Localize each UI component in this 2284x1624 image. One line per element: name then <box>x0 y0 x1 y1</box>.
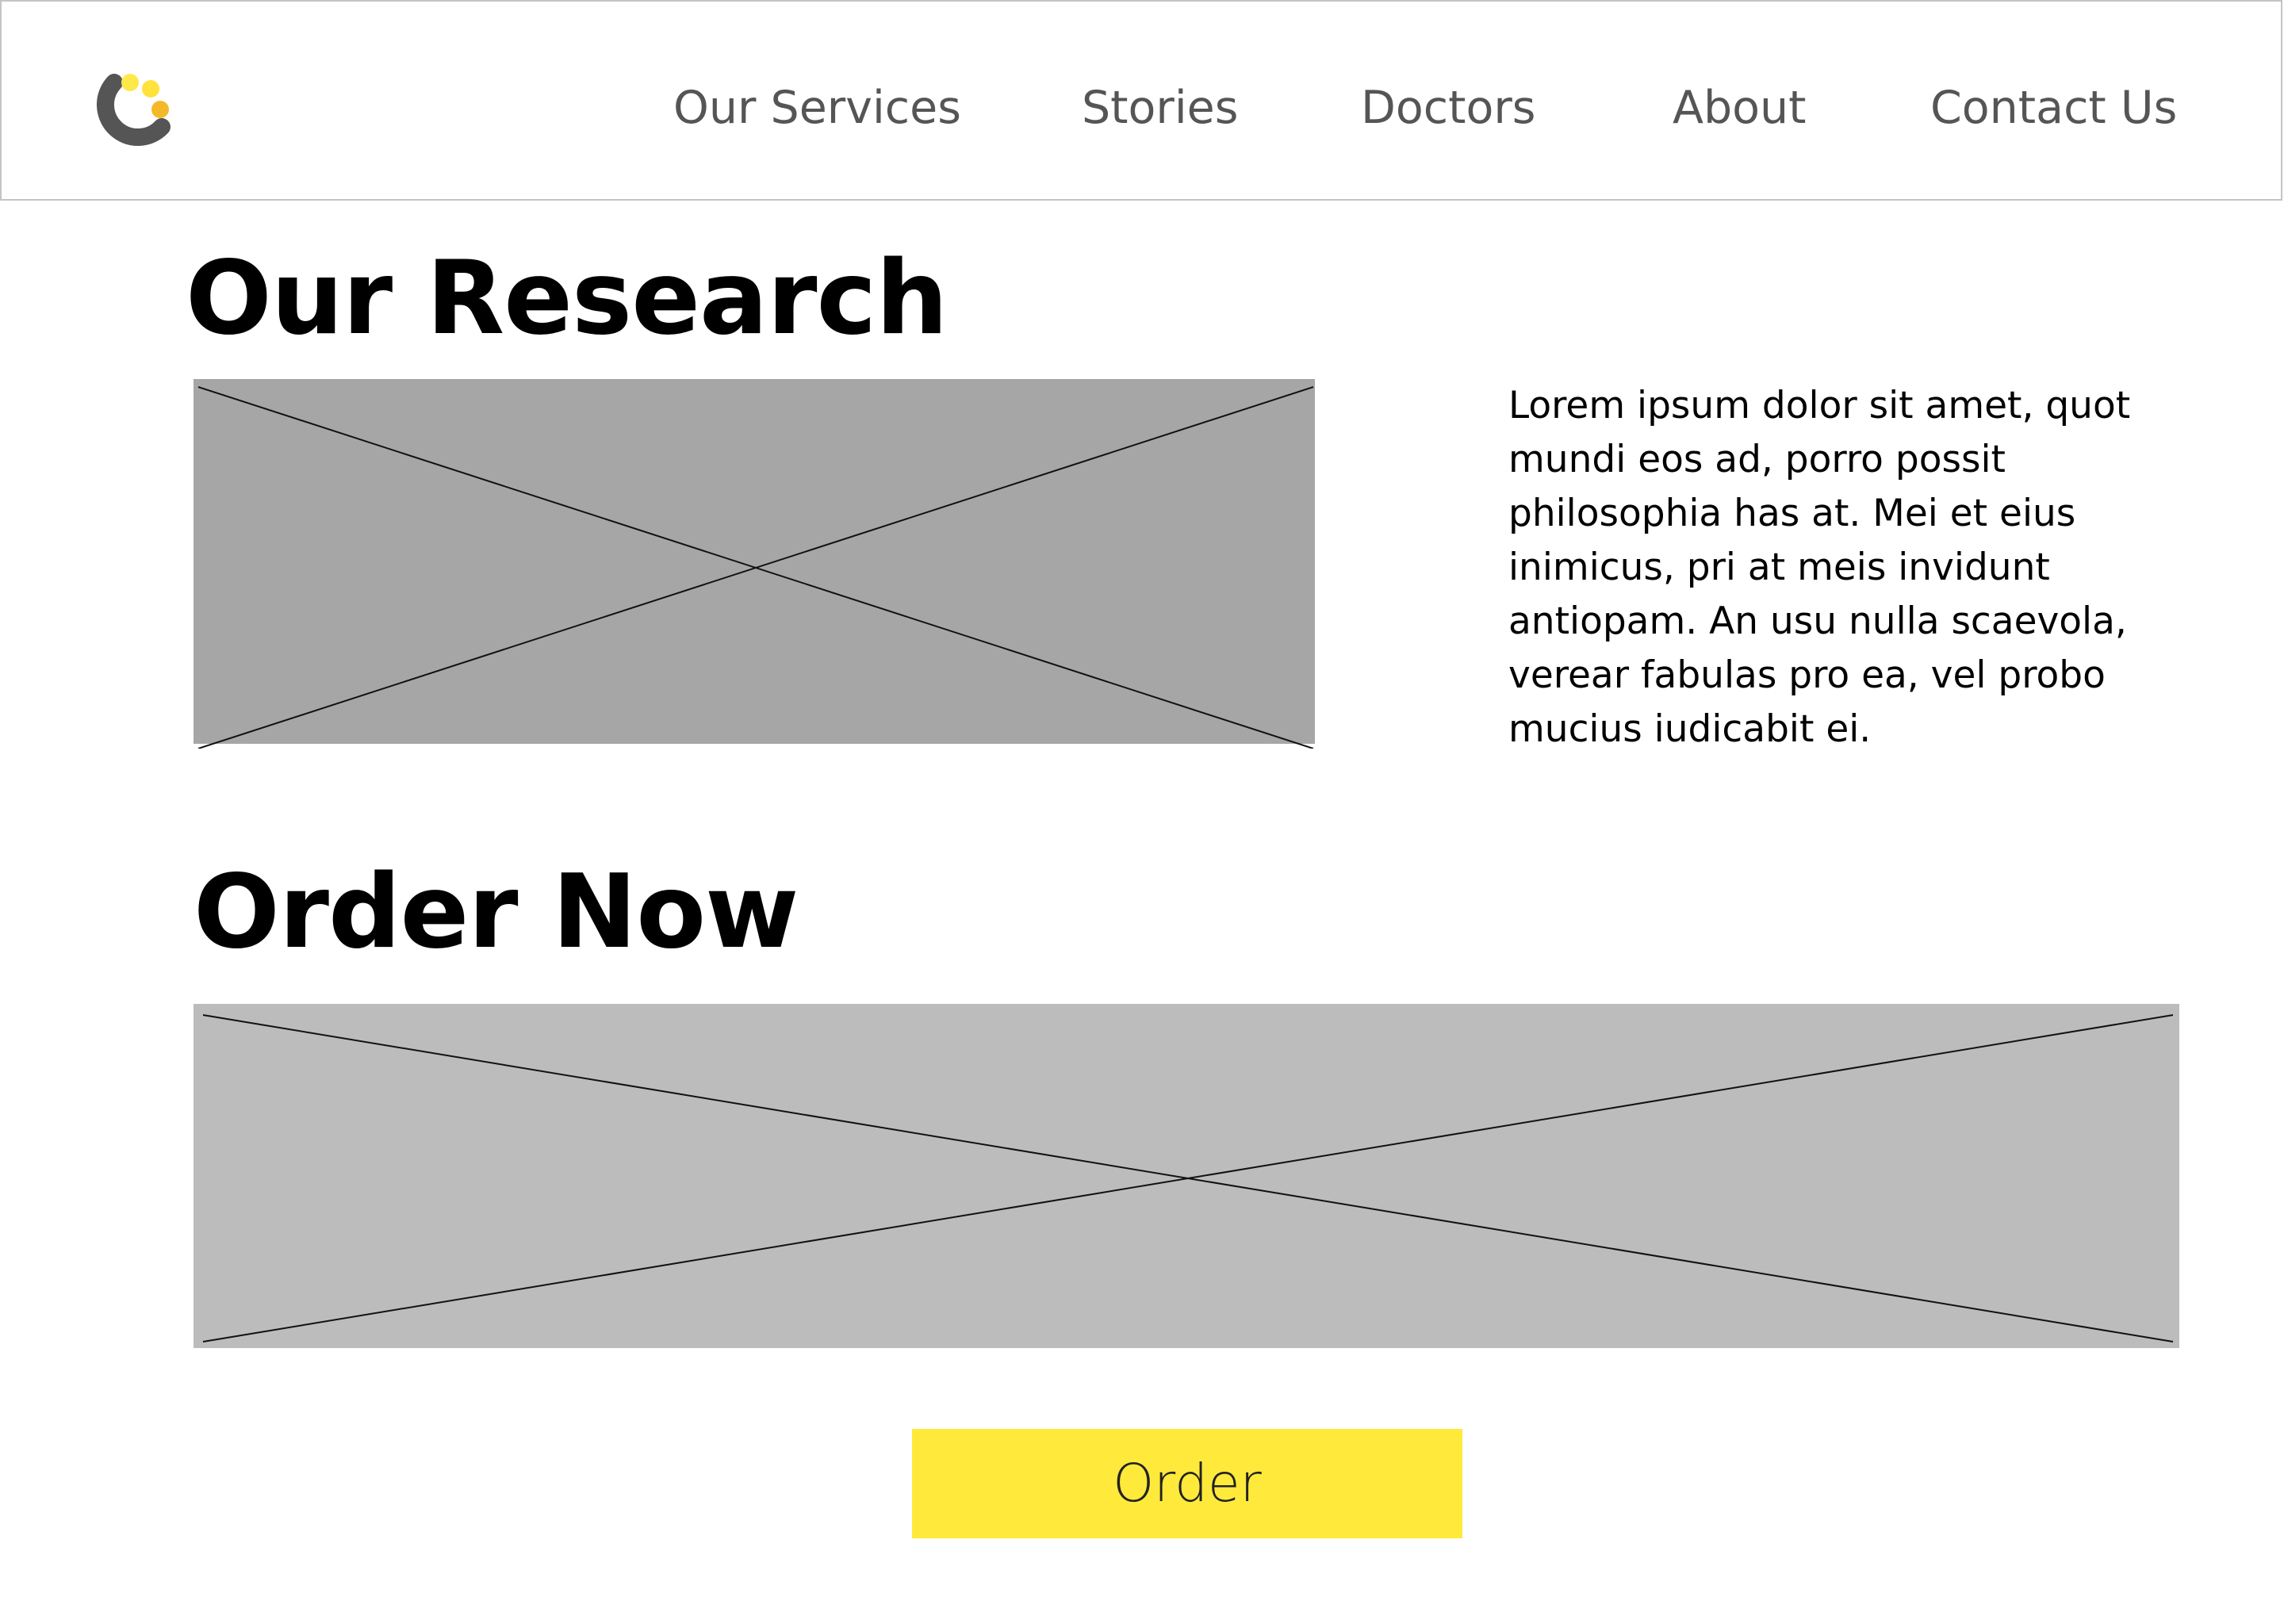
nav-item-doctors[interactable]: Doctors <box>1361 76 1535 140</box>
site-header: Our Services Stories Doctors About Conta… <box>0 0 2282 201</box>
nav-item-about[interactable]: About <box>1673 76 1807 140</box>
logo-icon[interactable] <box>87 71 174 151</box>
nav-item-our-services[interactable]: Our Services <box>673 76 961 140</box>
research-paragraph: Lorem ipsum dolor sit amet, quot mundi e… <box>1508 384 2131 751</box>
nav-item-contact-us[interactable]: Contact Us <box>1930 76 2177 140</box>
research-title: Our Research <box>186 239 948 358</box>
nav-item-stories[interactable]: Stories <box>1082 76 1238 140</box>
order-title: Order Now <box>194 853 799 971</box>
order-image-placeholder-icon <box>194 1004 2179 1348</box>
research-image-placeholder-icon <box>194 379 1315 749</box>
order-button[interactable]: Order <box>912 1429 1462 1538</box>
